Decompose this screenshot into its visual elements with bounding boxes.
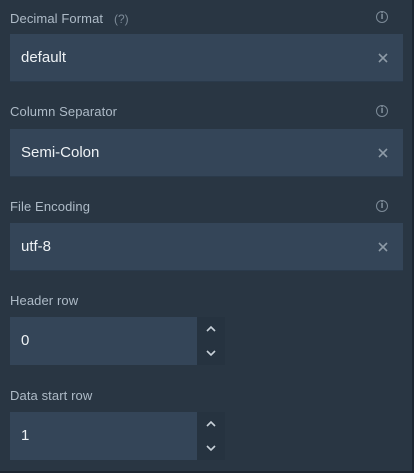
help-icon[interactable]: (?) [114, 12, 129, 26]
header-row-value: 0 [21, 332, 30, 349]
decimal-format-label: Decimal Format [10, 11, 103, 26]
file-encoding-value: utf-8 [21, 238, 52, 255]
data-start-row-stepper [197, 412, 225, 460]
column-separator-select[interactable]: Semi-Colon [10, 129, 403, 177]
data-start-row-input[interactable]: 1 [10, 412, 197, 460]
data-start-row-value: 1 [21, 427, 30, 444]
header-row-increment-button[interactable] [197, 317, 225, 341]
decimal-format-value: default [21, 49, 67, 66]
settings-panel: Decimal Format (?) i default Column Sepa… [0, 0, 414, 473]
file-encoding-label: File Encoding [10, 199, 91, 214]
decimal-format-label-text: Decimal Format [10, 11, 104, 26]
chevron-up-icon [206, 325, 216, 332]
chevron-up-icon [206, 420, 216, 427]
column-separator-label: Column Separator [10, 104, 118, 119]
decimal-format-select[interactable]: default [10, 34, 403, 82]
decimal-format-info-icon[interactable]: i [376, 11, 388, 23]
column-separator-info-icon[interactable]: i [376, 105, 388, 117]
data-start-row-increment-button[interactable] [197, 412, 225, 436]
header-row-label: Header row [10, 293, 79, 308]
header-row-stepper [197, 317, 225, 365]
chevron-down-icon [206, 350, 216, 357]
data-start-row-decrement-button[interactable] [197, 436, 225, 460]
data-start-row-label: Data start row [10, 388, 93, 403]
column-separator-value: Semi-Colon [21, 144, 100, 161]
header-row-decrement-button[interactable] [197, 341, 225, 365]
chevron-down-icon [206, 445, 216, 452]
close-icon[interactable] [375, 50, 391, 66]
file-encoding-info-icon[interactable]: i [376, 200, 388, 212]
close-icon[interactable] [375, 239, 391, 255]
file-encoding-select[interactable]: utf-8 [10, 223, 403, 271]
close-icon[interactable] [375, 145, 391, 161]
header-row-input[interactable]: 0 [10, 317, 197, 365]
